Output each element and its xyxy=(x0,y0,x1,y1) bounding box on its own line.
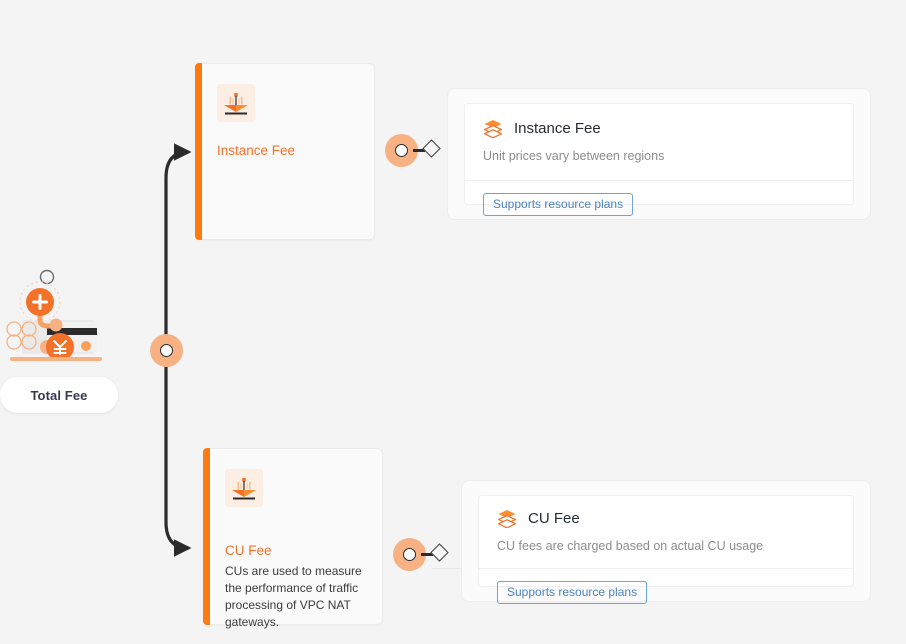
fee-card-title: CU Fee xyxy=(225,543,272,558)
payment-card-illustration xyxy=(6,269,102,361)
detail-description: CU fees are charged based on actual CU u… xyxy=(497,539,764,553)
detail-footer: Supports resource plans xyxy=(465,181,853,216)
cu-fee-illustration xyxy=(225,469,263,507)
fee-card-title: Instance Fee xyxy=(217,143,296,158)
layers-icon xyxy=(497,510,517,528)
branch-split-node[interactable] xyxy=(150,334,183,367)
detail-header: Instance Fee xyxy=(465,104,853,138)
total-fee-node[interactable]: Total Fee xyxy=(0,262,130,417)
detail-header: CU Fee xyxy=(479,496,853,528)
detail-description: Unit prices vary between regions xyxy=(483,149,665,163)
node-dot xyxy=(395,144,408,157)
diagram-canvas: Total Fee Instance Fee CU Fee CUs are us… xyxy=(0,0,906,644)
detail-card[interactable]: CU Fee CU fees are charged based on actu… xyxy=(478,495,854,604)
fee-card-description: CUs are used to measure the performance … xyxy=(225,564,362,629)
fee-card-cu-fee[interactable]: CU Fee CUs are used to measure the perfo… xyxy=(203,448,383,629)
node-dot xyxy=(160,344,173,357)
total-fee-label: Total Fee xyxy=(30,387,88,403)
total-fee-pill[interactable]: Total Fee xyxy=(0,377,118,413)
resource-plan-tag[interactable]: Supports resource plans xyxy=(483,193,634,216)
detail-panel-cu-fee: CU Fee CU fees are charged based on actu… xyxy=(461,480,871,604)
link-node-cu-fee[interactable] xyxy=(393,538,453,571)
detail-footer: Supports resource plans xyxy=(479,569,853,604)
detail-title: CU Fee xyxy=(528,509,580,527)
instance-fee-illustration xyxy=(217,84,255,122)
detail-title: Instance Fee xyxy=(514,119,601,137)
detail-card[interactable]: Instance Fee Unit prices vary between re… xyxy=(464,103,854,216)
node-dot xyxy=(403,548,416,561)
detail-panel-instance-fee: Instance Fee Unit prices vary between re… xyxy=(447,88,871,220)
link-node-instance-fee[interactable] xyxy=(385,134,445,167)
resource-plan-tag[interactable]: Supports resource plans xyxy=(497,581,648,604)
layers-icon xyxy=(483,120,503,138)
link-diamond-icon xyxy=(430,543,449,562)
link-diamond-icon xyxy=(422,139,441,158)
fee-card-instance-fee[interactable]: Instance Fee xyxy=(195,63,375,240)
